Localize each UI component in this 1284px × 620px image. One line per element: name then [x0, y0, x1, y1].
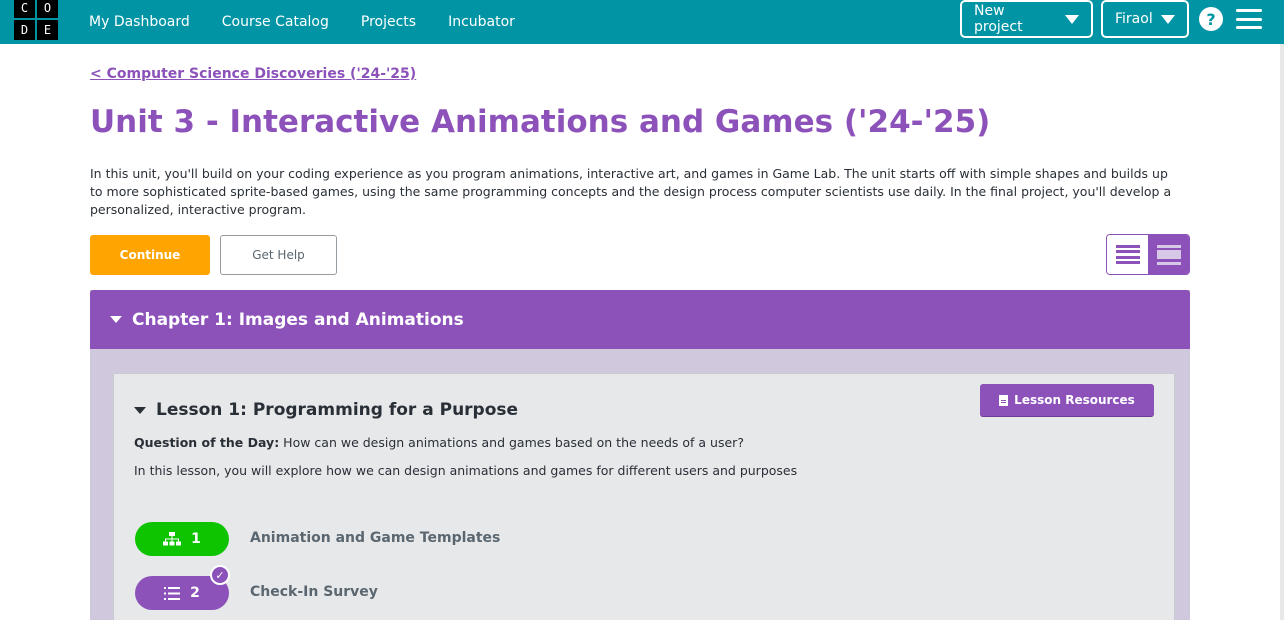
level-number: 1	[191, 531, 201, 547]
lesson-resources-label: Lesson Resources	[1014, 393, 1135, 407]
nav-projects[interactable]: Projects	[361, 14, 416, 30]
user-name: Firaol	[1115, 11, 1153, 27]
qotd-text: How can we design animations and games b…	[279, 435, 744, 450]
chapter-section: Chapter 1: Images and Animations Lesson …	[90, 290, 1190, 620]
get-help-button[interactable]: Get Help	[220, 235, 337, 275]
logo-letter: D	[14, 20, 35, 40]
list-view-button[interactable]	[1107, 235, 1148, 274]
level-number: 2	[190, 585, 200, 601]
level-name-link[interactable]: Animation and Game Templates	[250, 530, 500, 546]
hamburger-menu-icon[interactable]	[1236, 9, 1262, 29]
checkmark-icon: ✓	[210, 565, 230, 585]
breadcrumb-link[interactable]: < Computer Science Discoveries ('24-'25)	[90, 66, 416, 82]
scrollbar[interactable]	[1280, 44, 1284, 620]
detail-view-button[interactable]	[1148, 235, 1189, 274]
caret-down-icon	[1065, 14, 1079, 24]
continue-button[interactable]: Continue	[90, 235, 210, 275]
lesson-card: Lesson 1: Programming for a Purpose Less…	[113, 373, 1175, 620]
sitemap-icon	[163, 532, 182, 546]
user-menu-button[interactable]: Firaol	[1101, 0, 1189, 38]
lesson-header[interactable]: Lesson 1: Programming for a Purpose	[134, 400, 518, 420]
detail-view-icon	[1156, 244, 1181, 265]
logo-letter: O	[37, 0, 58, 18]
top-header: C O D E My Dashboard Course Catalog Proj…	[0, 0, 1284, 44]
list-icon	[164, 586, 181, 600]
list-view-icon	[1115, 244, 1140, 265]
logo-letter: C	[14, 0, 35, 18]
lesson-title: Lesson 1: Programming for a Purpose	[156, 400, 519, 420]
caret-down-icon	[1160, 14, 1175, 24]
level-name-link[interactable]: Check-In Survey	[250, 584, 378, 600]
help-icon[interactable]: ?	[1199, 7, 1223, 31]
lesson-resources-button[interactable]: Lesson Resources	[980, 384, 1154, 416]
new-project-button[interactable]: New project	[960, 0, 1093, 38]
level-bubble-1[interactable]: 1	[135, 522, 229, 556]
nav-incubator[interactable]: Incubator	[448, 14, 515, 30]
question-of-the-day: Question of the Day: How can we design a…	[134, 435, 744, 450]
unit-description: In this unit, you'll build on your codin…	[90, 166, 1172, 217]
lesson-overview: In this lesson, you will explore how we …	[134, 463, 798, 478]
main-nav: My Dashboard Course Catalog Projects Inc…	[89, 0, 515, 44]
document-icon	[999, 394, 1009, 406]
nav-course-catalog[interactable]: Course Catalog	[222, 14, 329, 30]
chapter-title: Chapter 1: Images and Animations	[132, 309, 464, 330]
collapse-triangle-icon	[134, 406, 146, 414]
nav-my-dashboard[interactable]: My Dashboard	[89, 14, 190, 30]
qotd-label: Question of the Day:	[134, 435, 280, 450]
logo-letter: E	[37, 20, 58, 40]
view-toggle	[1106, 234, 1190, 275]
unit-title: Unit 3 - Interactive Animations and Game…	[90, 104, 991, 140]
new-project-label: New project	[974, 3, 1023, 35]
code-org-logo[interactable]: C O D E	[14, 0, 58, 40]
collapse-triangle-icon	[110, 316, 122, 323]
chapter-header[interactable]: Chapter 1: Images and Animations	[90, 290, 1190, 349]
